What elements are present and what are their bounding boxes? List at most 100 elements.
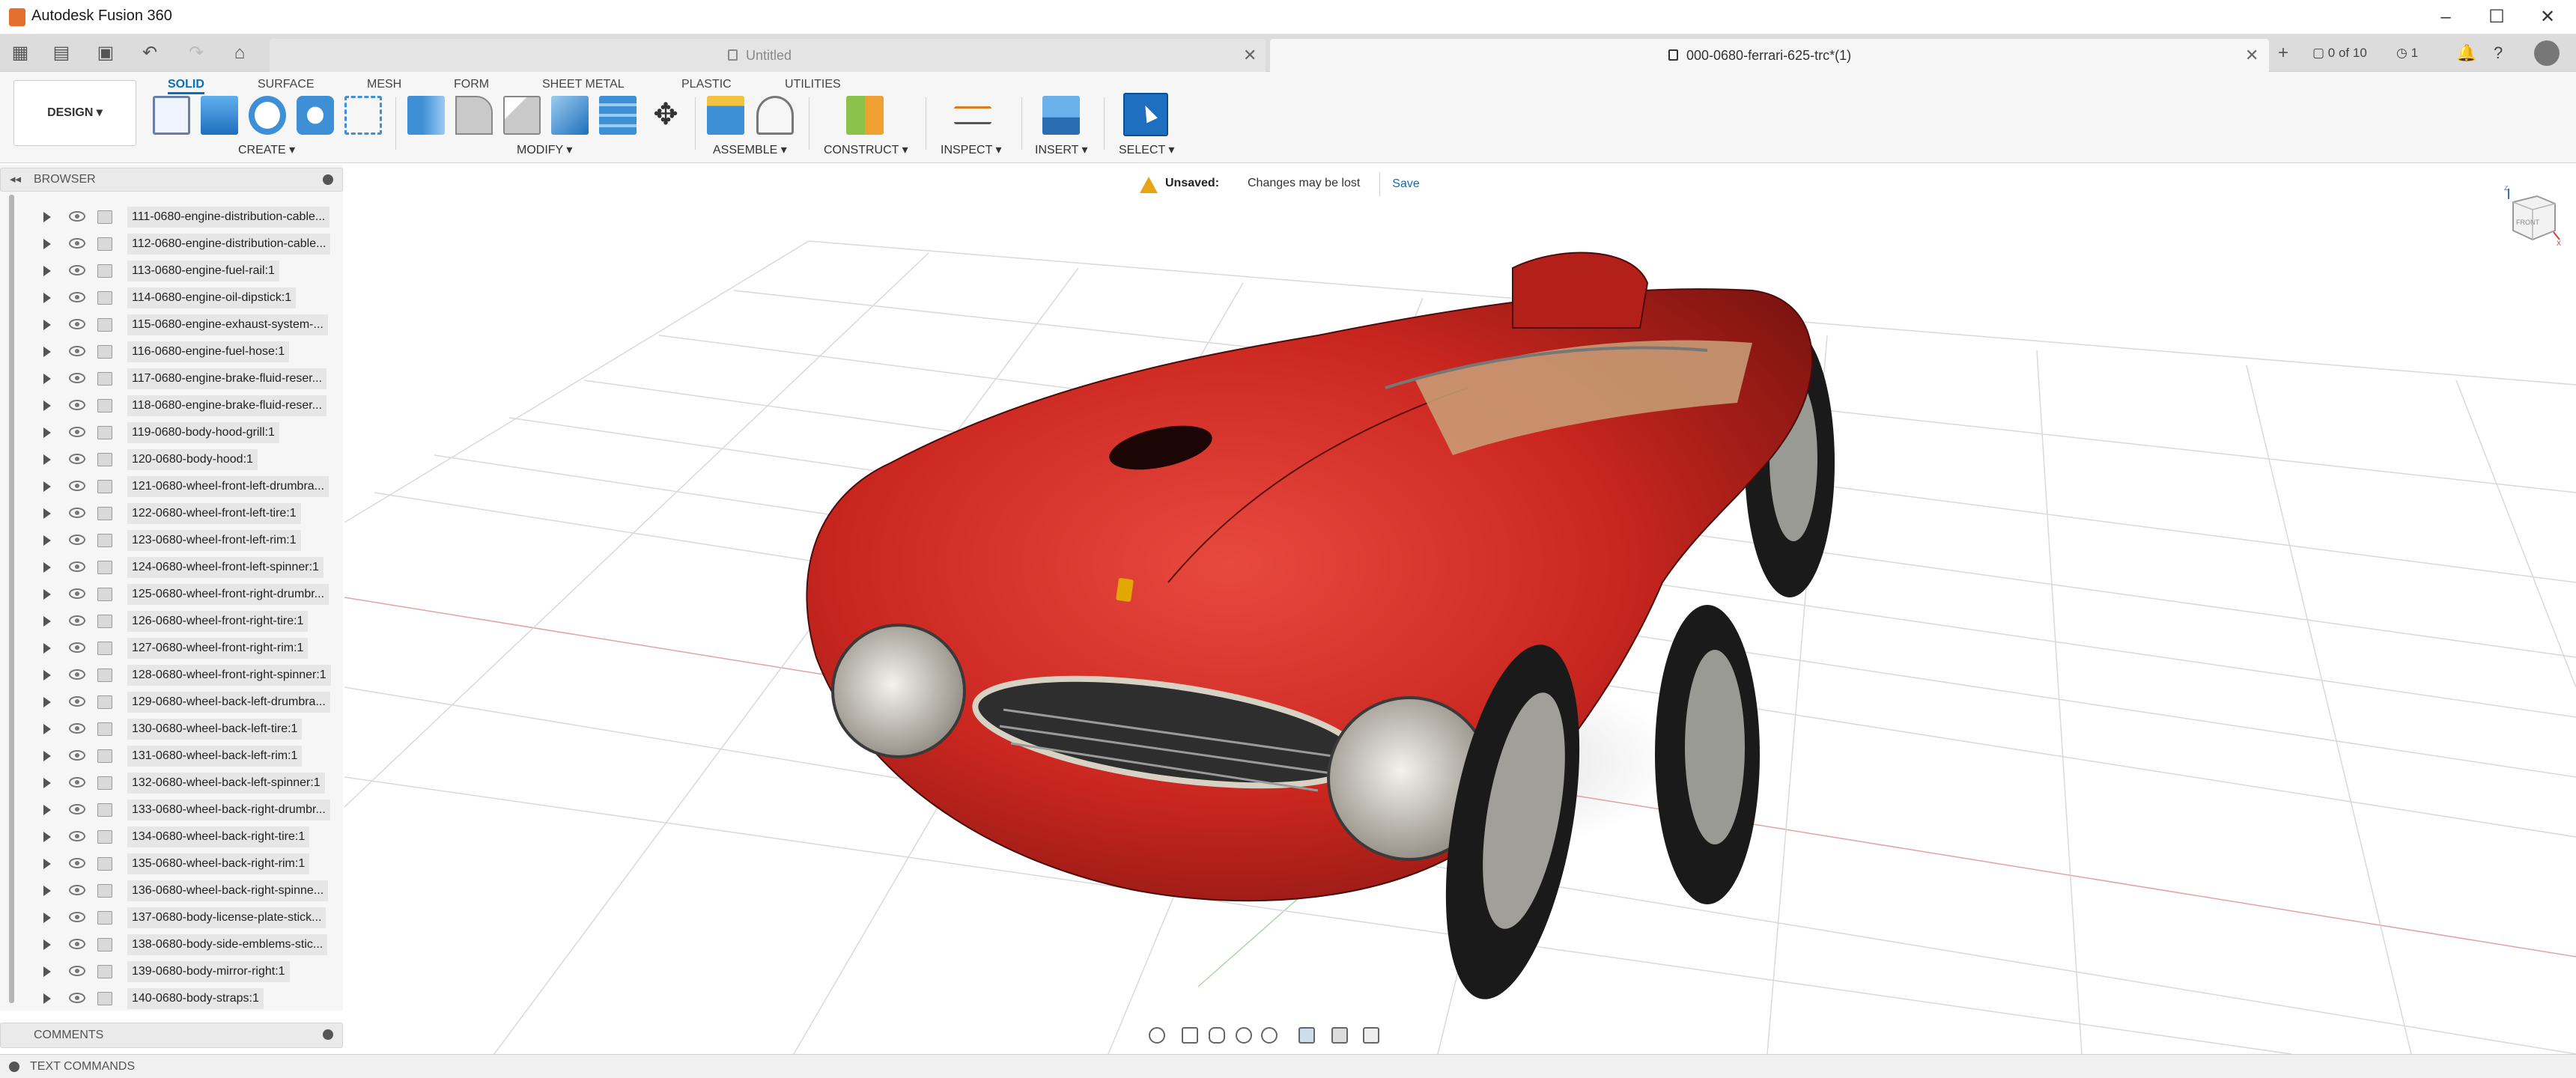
viewports-icon[interactable] [1363, 1027, 1379, 1044]
inspect-menu[interactable]: INSPECT ▾ [941, 142, 1002, 157]
minimize-button[interactable]: – [2423, 3, 2468, 31]
revolve-icon[interactable] [249, 96, 286, 135]
chamfer-icon[interactable] [503, 96, 541, 135]
fit-icon[interactable] [1261, 1027, 1278, 1044]
hole-icon[interactable] [297, 96, 334, 135]
expand-arrow-icon[interactable] [43, 481, 51, 492]
expand-arrow-icon[interactable] [43, 724, 51, 734]
tab-utilities[interactable]: UTILITIES [785, 75, 841, 94]
tab-mesh[interactable]: MESH [367, 75, 401, 94]
joint-icon[interactable] [756, 96, 794, 135]
expand-arrow-icon[interactable] [43, 616, 51, 627]
collapse-left-icon[interactable]: ◂◂ [10, 168, 21, 191]
expand-arrow-icon[interactable] [43, 589, 51, 600]
expand-arrow-icon[interactable] [43, 320, 51, 330]
visibility-eye-icon[interactable] [69, 588, 85, 599]
visibility-eye-icon[interactable] [69, 211, 85, 222]
expand-arrow-icon[interactable] [43, 940, 51, 950]
text-commands-bar[interactable]: TEXT COMMANDS [0, 1054, 2576, 1078]
browser-item[interactable]: 111-0680-engine-distribution-cable... [0, 204, 343, 231]
browser-item[interactable]: 112-0680-engine-distribution-cable... [0, 231, 343, 258]
browser-item[interactable]: 124-0680-wheel-front-left-spinner:1 [0, 554, 343, 581]
expand-arrow-icon[interactable] [43, 427, 51, 438]
view-cube[interactable]: FRONT Z X [2503, 184, 2563, 247]
visibility-eye-icon[interactable] [69, 373, 85, 383]
browser-item[interactable]: 131-0680-wheel-back-left-rim:1 [0, 743, 343, 770]
expand-arrow-icon[interactable] [43, 293, 51, 303]
browser-item[interactable]: 135-0680-wheel-back-right-rim:1 [0, 850, 343, 877]
job-status[interactable]: ▢ 0 of 10 [2312, 40, 2367, 66]
apps-grid-icon[interactable]: ▦ [9, 40, 31, 66]
expand-arrow-icon[interactable] [43, 805, 51, 815]
undo-icon[interactable]: ↶ [133, 40, 166, 66]
orbit-icon[interactable] [1149, 1027, 1165, 1044]
design-canvas[interactable]: Unsaved: Changes may be lost Save FRONT … [344, 163, 2576, 1054]
panel-pin-icon[interactable] [323, 174, 333, 185]
visibility-eye-icon[interactable] [69, 481, 85, 491]
insert-menu[interactable]: INSERT ▾ [1035, 142, 1088, 157]
visibility-eye-icon[interactable] [69, 400, 85, 410]
modify-menu[interactable]: MODIFY ▾ [517, 142, 572, 157]
visibility-eye-icon[interactable] [69, 939, 85, 949]
tab-untitled[interactable]: Untitled ✕ [270, 39, 1266, 72]
expand-arrow-icon[interactable] [43, 670, 51, 680]
save-button[interactable]: Save [1379, 172, 1432, 196]
extrude-icon[interactable] [201, 96, 238, 135]
expand-arrow-icon[interactable] [43, 966, 51, 977]
visibility-eye-icon[interactable] [69, 750, 85, 761]
expand-arrow-icon[interactable] [43, 643, 51, 654]
expand-arrow-icon[interactable] [43, 778, 51, 788]
fillet-icon[interactable] [455, 96, 493, 135]
browser-item[interactable]: 136-0680-wheel-back-right-spinne... [0, 877, 343, 904]
expand-arrow-icon[interactable] [43, 239, 51, 249]
shell-icon[interactable] [551, 96, 589, 135]
browser-item[interactable]: 117-0680-engine-brake-fluid-reser... [0, 365, 343, 392]
tab-close-icon[interactable]: ✕ [1243, 39, 1257, 72]
help-icon[interactable]: ? [2494, 40, 2503, 66]
browser-item[interactable]: 116-0680-engine-fuel-hose:1 [0, 338, 343, 365]
maximize-button[interactable]: ☐ [2474, 3, 2519, 31]
tab-close-icon[interactable]: ✕ [2245, 39, 2258, 72]
expand-arrow-icon[interactable] [43, 859, 51, 869]
browser-item[interactable]: 113-0680-engine-fuel-rail:1 [0, 258, 343, 284]
visibility-eye-icon[interactable] [69, 292, 85, 302]
zoom-icon[interactable] [1236, 1027, 1252, 1044]
tab-solid[interactable]: SOLID [168, 75, 204, 94]
expand-arrow-icon[interactable] [43, 751, 51, 761]
expand-arrow-icon[interactable] [43, 374, 51, 384]
browser-item[interactable]: 129-0680-wheel-back-left-drumbra... [0, 689, 343, 716]
press-pull-icon[interactable] [407, 96, 445, 135]
visibility-eye-icon[interactable] [69, 265, 85, 275]
expand-arrow-icon[interactable] [43, 993, 51, 1004]
browser-item[interactable]: 127-0680-wheel-front-right-rim:1 [0, 635, 343, 662]
tab-plastic[interactable]: PLASTIC [681, 75, 732, 94]
visibility-eye-icon[interactable] [69, 993, 85, 1003]
browser-item[interactable]: 137-0680-body-license-plate-stick... [0, 904, 343, 931]
combine-icon[interactable] [599, 96, 637, 135]
insert-canvas-icon[interactable] [1042, 96, 1080, 135]
visibility-eye-icon[interactable] [69, 454, 85, 464]
browser-item[interactable]: 139-0680-body-mirror-right:1 [0, 958, 343, 985]
history-indicator[interactable]: ◷ 1 [2396, 40, 2418, 66]
ferrari-car-model[interactable] [806, 252, 1835, 1010]
home-icon[interactable]: ⌂ [225, 40, 255, 66]
tab-ferrari-document[interactable]: 000-0680-ferrari-625-trc*(1) ✕ [1270, 39, 2269, 72]
browser-item[interactable]: 126-0680-wheel-front-right-tire:1 [0, 608, 343, 635]
visibility-eye-icon[interactable] [69, 966, 85, 976]
new-tab-icon[interactable]: + [2272, 40, 2294, 66]
select-cursor-icon[interactable] [1123, 93, 1168, 136]
browser-item[interactable]: 132-0680-wheel-back-left-spinner:1 [0, 770, 343, 797]
tab-form[interactable]: FORM [454, 75, 489, 94]
workspace-switcher[interactable]: DESIGN ▾ [13, 80, 136, 146]
visibility-eye-icon[interactable] [69, 885, 85, 895]
expand-arrow-icon[interactable] [43, 913, 51, 923]
tab-surface[interactable]: SURFACE [258, 75, 315, 94]
look-at-icon[interactable] [1182, 1027, 1198, 1044]
visibility-eye-icon[interactable] [69, 858, 85, 868]
browser-item[interactable]: 121-0680-wheel-front-left-drumbra... [0, 473, 343, 500]
visibility-eye-icon[interactable] [69, 508, 85, 518]
tab-sheet-metal[interactable]: SHEET METAL [542, 75, 625, 94]
browser-item[interactable]: 120-0680-body-hood:1 [0, 446, 343, 473]
text-commands-toggle-icon[interactable] [9, 1062, 19, 1072]
display-settings-icon[interactable] [1298, 1027, 1315, 1044]
